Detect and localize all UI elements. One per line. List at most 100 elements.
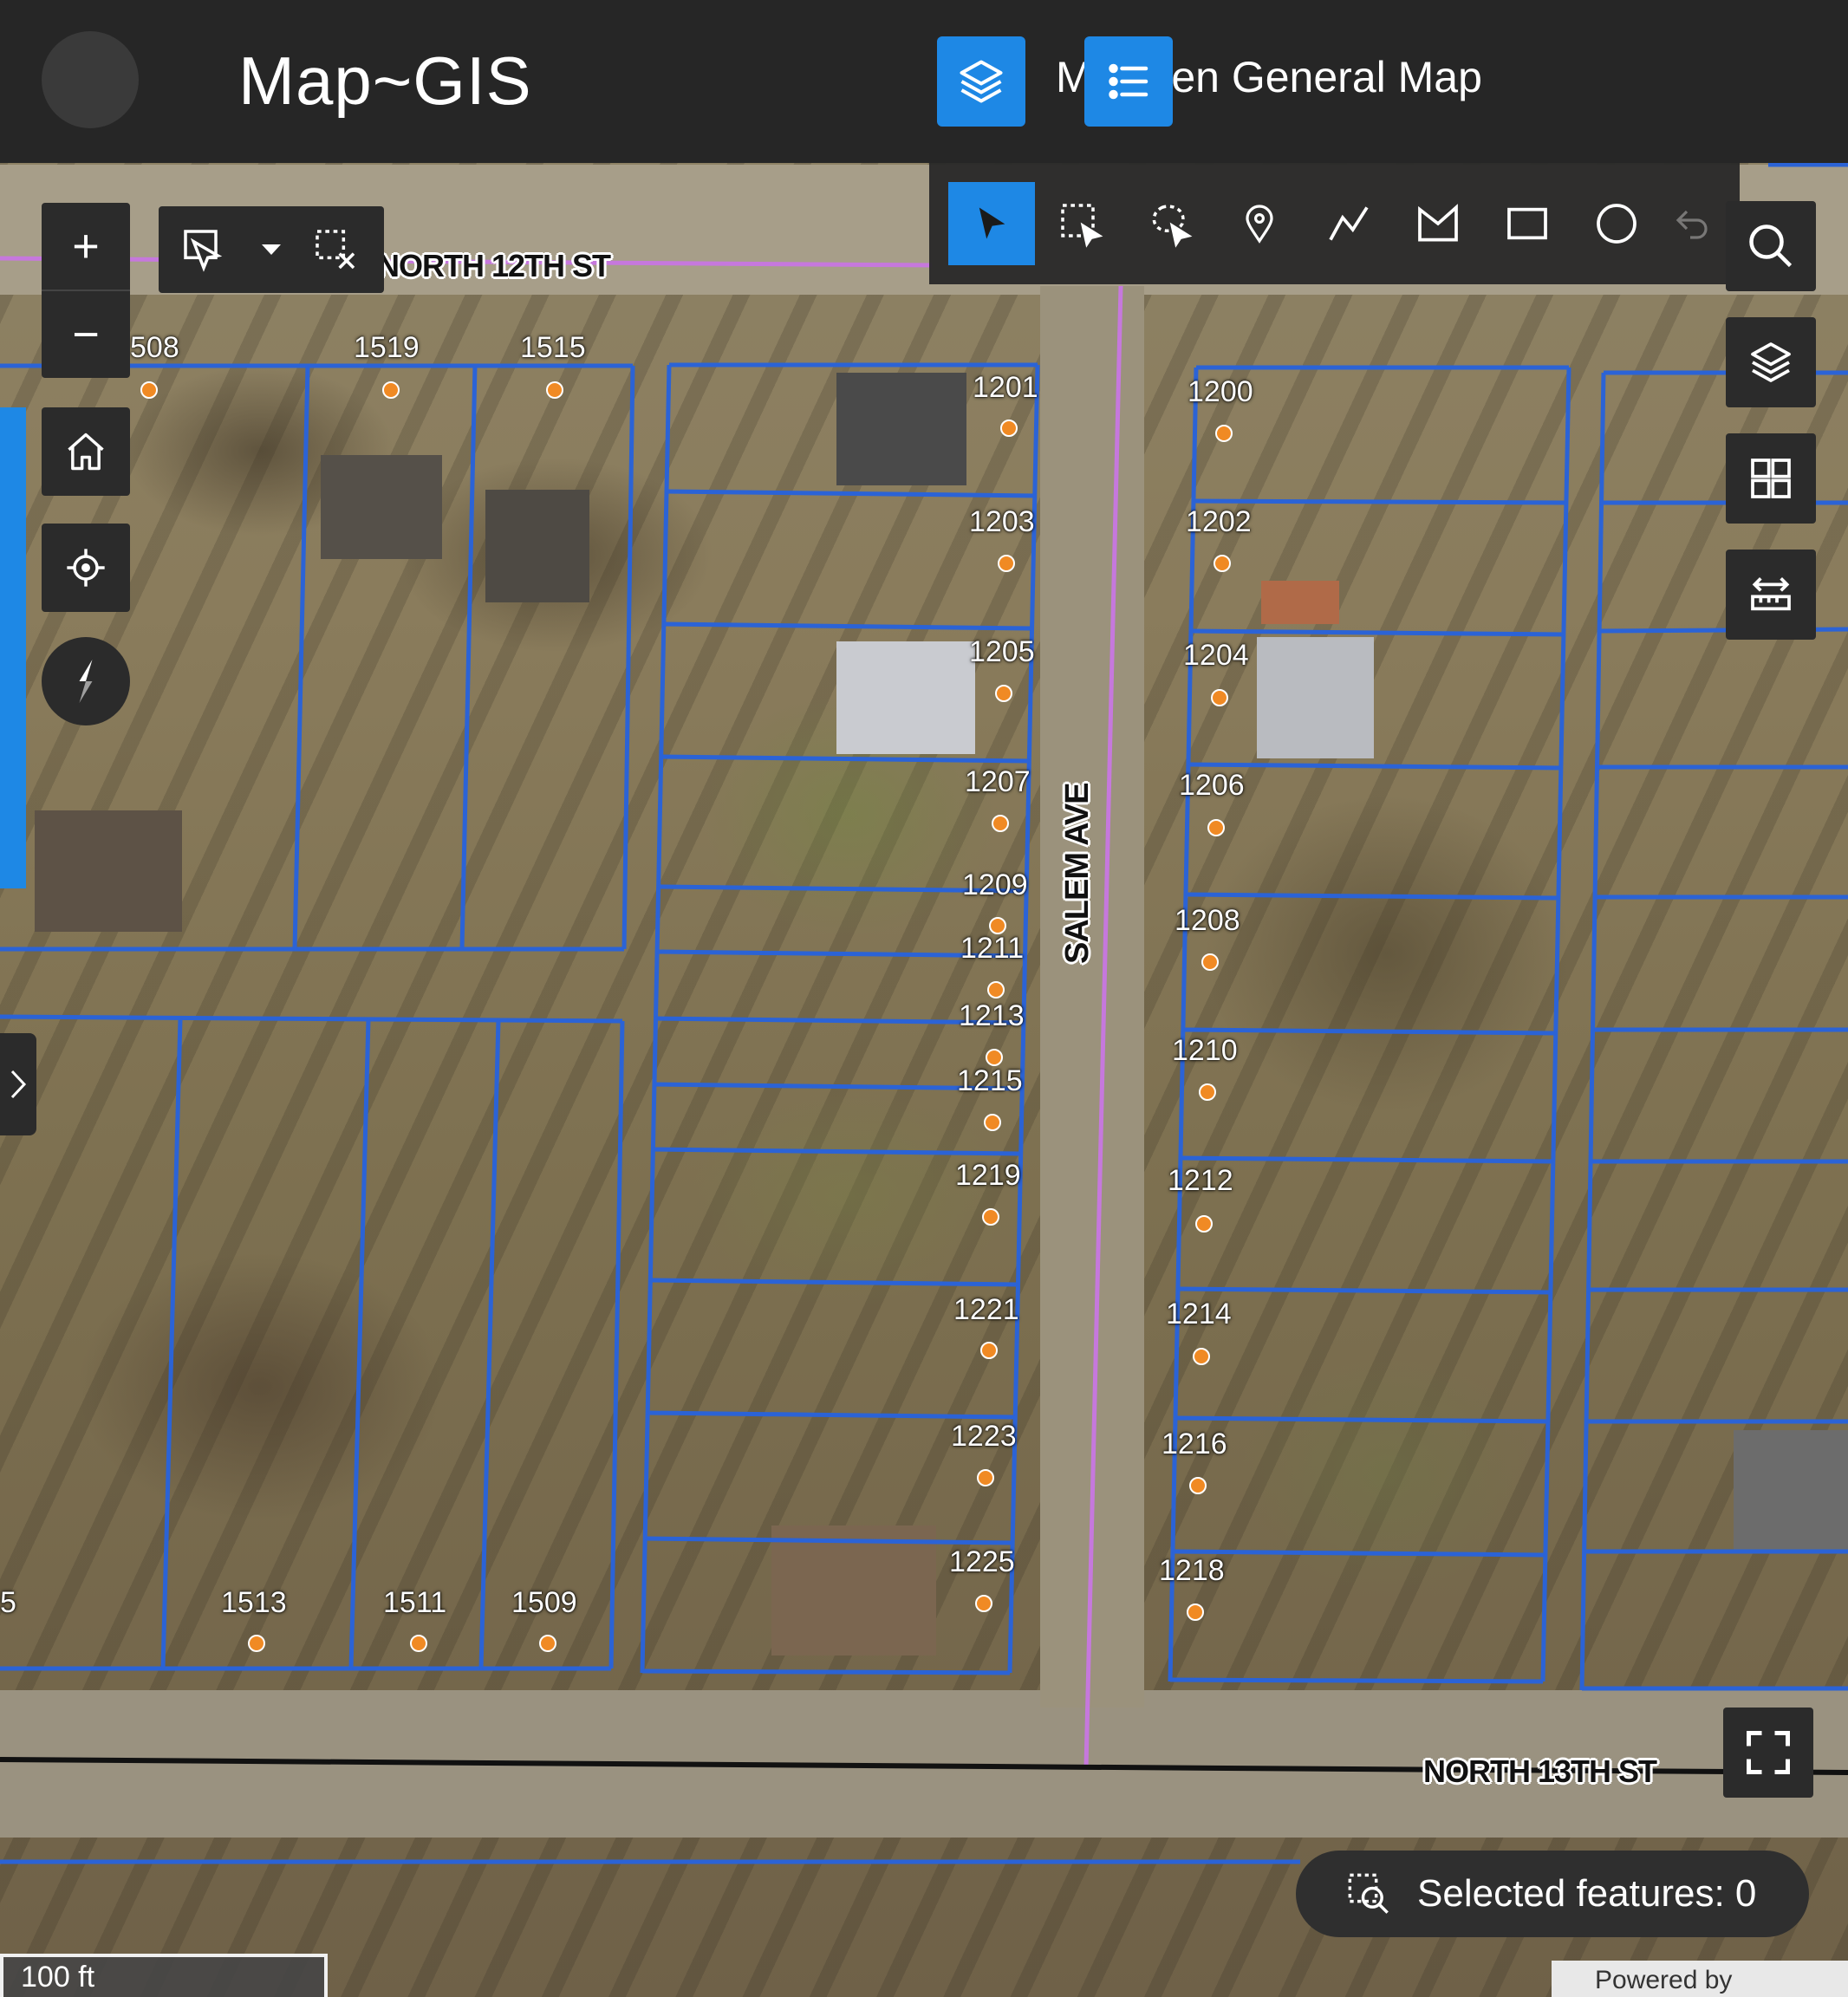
parcel-point[interactable] <box>980 1342 998 1359</box>
parcel-point[interactable] <box>998 555 1015 572</box>
basemap-gallery-button[interactable] <box>1726 433 1816 524</box>
search-button[interactable] <box>1726 201 1816 291</box>
lasso-select-tool[interactable] <box>1127 182 1214 265</box>
scale-label: 100 ft <box>21 1961 95 1994</box>
parcel-point[interactable] <box>1215 425 1233 442</box>
parcel-label: 1515 <box>520 331 586 364</box>
parcel-label: 1210 <box>1172 1034 1238 1067</box>
parcel-label: 1203 <box>969 505 1035 538</box>
selected-features-count: Selected features: 0 <box>1417 1872 1757 1915</box>
clear-selection-button[interactable] <box>308 222 363 277</box>
legend-list-icon <box>1109 63 1148 100</box>
home-button[interactable] <box>42 407 130 496</box>
polyline-tool[interactable] <box>1305 182 1392 265</box>
parcel-point[interactable] <box>982 1208 999 1226</box>
selection-dropdown[interactable] <box>254 232 289 267</box>
undo-tool[interactable] <box>1653 182 1731 265</box>
pointer-icon <box>979 207 1005 239</box>
parcel-label: 1213 <box>959 999 1025 1032</box>
compass-icon <box>79 660 93 703</box>
parcel-label: 1214 <box>1166 1298 1232 1330</box>
parcel-point[interactable] <box>539 1635 556 1652</box>
parcel-point[interactable] <box>1214 555 1231 572</box>
fullscreen-icon <box>1747 1731 1790 1774</box>
chevron-right-icon <box>10 1070 27 1099</box>
parcel-point[interactable] <box>992 815 1009 832</box>
selected-features-button[interactable]: Selected features: 0 <box>1296 1851 1809 1937</box>
layers-icon <box>1751 342 1791 382</box>
circle-tool[interactable] <box>1573 182 1660 265</box>
layers-button[interactable] <box>937 36 1025 127</box>
point-tool[interactable] <box>1216 182 1303 265</box>
zoom-out-button[interactable]: − <box>42 291 130 378</box>
zoom-controls: + − <box>42 203 130 378</box>
parcel-point[interactable] <box>248 1635 265 1652</box>
polyline-icon <box>1329 206 1369 241</box>
app-title: Map~GIS <box>238 42 532 119</box>
scale-bar: 100 ft <box>0 1954 328 1997</box>
rectangle-select-tool[interactable] <box>1038 182 1124 265</box>
circle-icon <box>1597 204 1637 244</box>
parcel-label: 1200 <box>1188 375 1253 408</box>
parcel-point[interactable] <box>410 1635 427 1652</box>
side-panel-edge[interactable] <box>0 407 26 888</box>
locate-icon <box>67 549 105 587</box>
parcel-label: 1511 <box>383 1586 447 1619</box>
parcel-point[interactable] <box>1187 1603 1204 1621</box>
parcel-point[interactable] <box>977 1469 994 1486</box>
search-icon <box>1749 224 1793 268</box>
parcel-point[interactable] <box>382 381 400 399</box>
chevron-down-icon <box>262 244 281 255</box>
parcel-point[interactable] <box>1199 1083 1216 1101</box>
parcel-label: 508 <box>130 331 179 364</box>
parcel-point[interactable] <box>1189 1477 1207 1494</box>
fullscreen-button[interactable] <box>1723 1708 1813 1798</box>
clear-selection-icon <box>316 230 355 270</box>
zoom-in-button[interactable]: + <box>42 203 130 291</box>
locate-button[interactable] <box>42 524 130 612</box>
sketch-toolbar <box>929 163 1740 284</box>
polygon-tool[interactable] <box>1395 182 1481 265</box>
parcel-point[interactable] <box>1000 420 1018 437</box>
parcel-point[interactable] <box>975 1595 992 1612</box>
layers-icon <box>960 60 1003 103</box>
parcel-point[interactable] <box>140 381 158 399</box>
selection-toolbar <box>159 206 384 293</box>
parcel-label: 1519 <box>354 331 420 364</box>
home-icon <box>68 433 104 471</box>
parcel-label: 1209 <box>962 868 1028 901</box>
app-logo <box>42 31 139 128</box>
parcel-point[interactable] <box>984 1114 1001 1131</box>
parcel-point[interactable] <box>1193 1348 1210 1365</box>
rectangle-tool[interactable] <box>1484 182 1571 265</box>
map-view[interactable]: 508 1519 1515 1201 1203 1205 1207 1209 1… <box>0 0 1848 1997</box>
undo-icon <box>1676 210 1708 239</box>
select-by-rectangle-button[interactable] <box>176 222 231 277</box>
parcel-label: 1513 <box>221 1586 287 1619</box>
parcel-label: 1509 <box>511 1586 577 1619</box>
parcel-point[interactable] <box>986 1049 1003 1066</box>
parcel-point[interactable] <box>995 685 1012 702</box>
layer-list-button[interactable] <box>1726 317 1816 407</box>
legend-button[interactable] <box>1084 36 1173 127</box>
parcel-point[interactable] <box>1195 1215 1213 1233</box>
zoom-in-label: + <box>72 220 100 272</box>
parcel-point[interactable] <box>1207 819 1225 836</box>
parcel-label: 5 <box>0 1586 16 1619</box>
parcel-point[interactable] <box>1201 953 1219 971</box>
expand-panel-button[interactable] <box>0 1033 36 1135</box>
parcel-label: 1221 <box>953 1293 1019 1326</box>
parcel-point[interactable] <box>987 981 1005 998</box>
parcel-point[interactable] <box>1211 689 1228 706</box>
compass-button[interactable] <box>42 637 130 725</box>
parcel-label: 1223 <box>951 1420 1017 1453</box>
measure-button[interactable] <box>1726 550 1816 640</box>
parcel-label: 1201 <box>973 371 1038 404</box>
select-cursor-icon <box>184 230 223 272</box>
parcel-point[interactable] <box>546 381 563 399</box>
powered-by-attribution[interactable]: Powered by <box>1552 1961 1848 1997</box>
app-header: Map~GIS M acken General Map <box>0 0 1848 163</box>
select-tool[interactable] <box>948 182 1035 265</box>
zoom-to-selection-icon <box>1346 1871 1391 1916</box>
parcel-label: 1219 <box>955 1159 1021 1192</box>
